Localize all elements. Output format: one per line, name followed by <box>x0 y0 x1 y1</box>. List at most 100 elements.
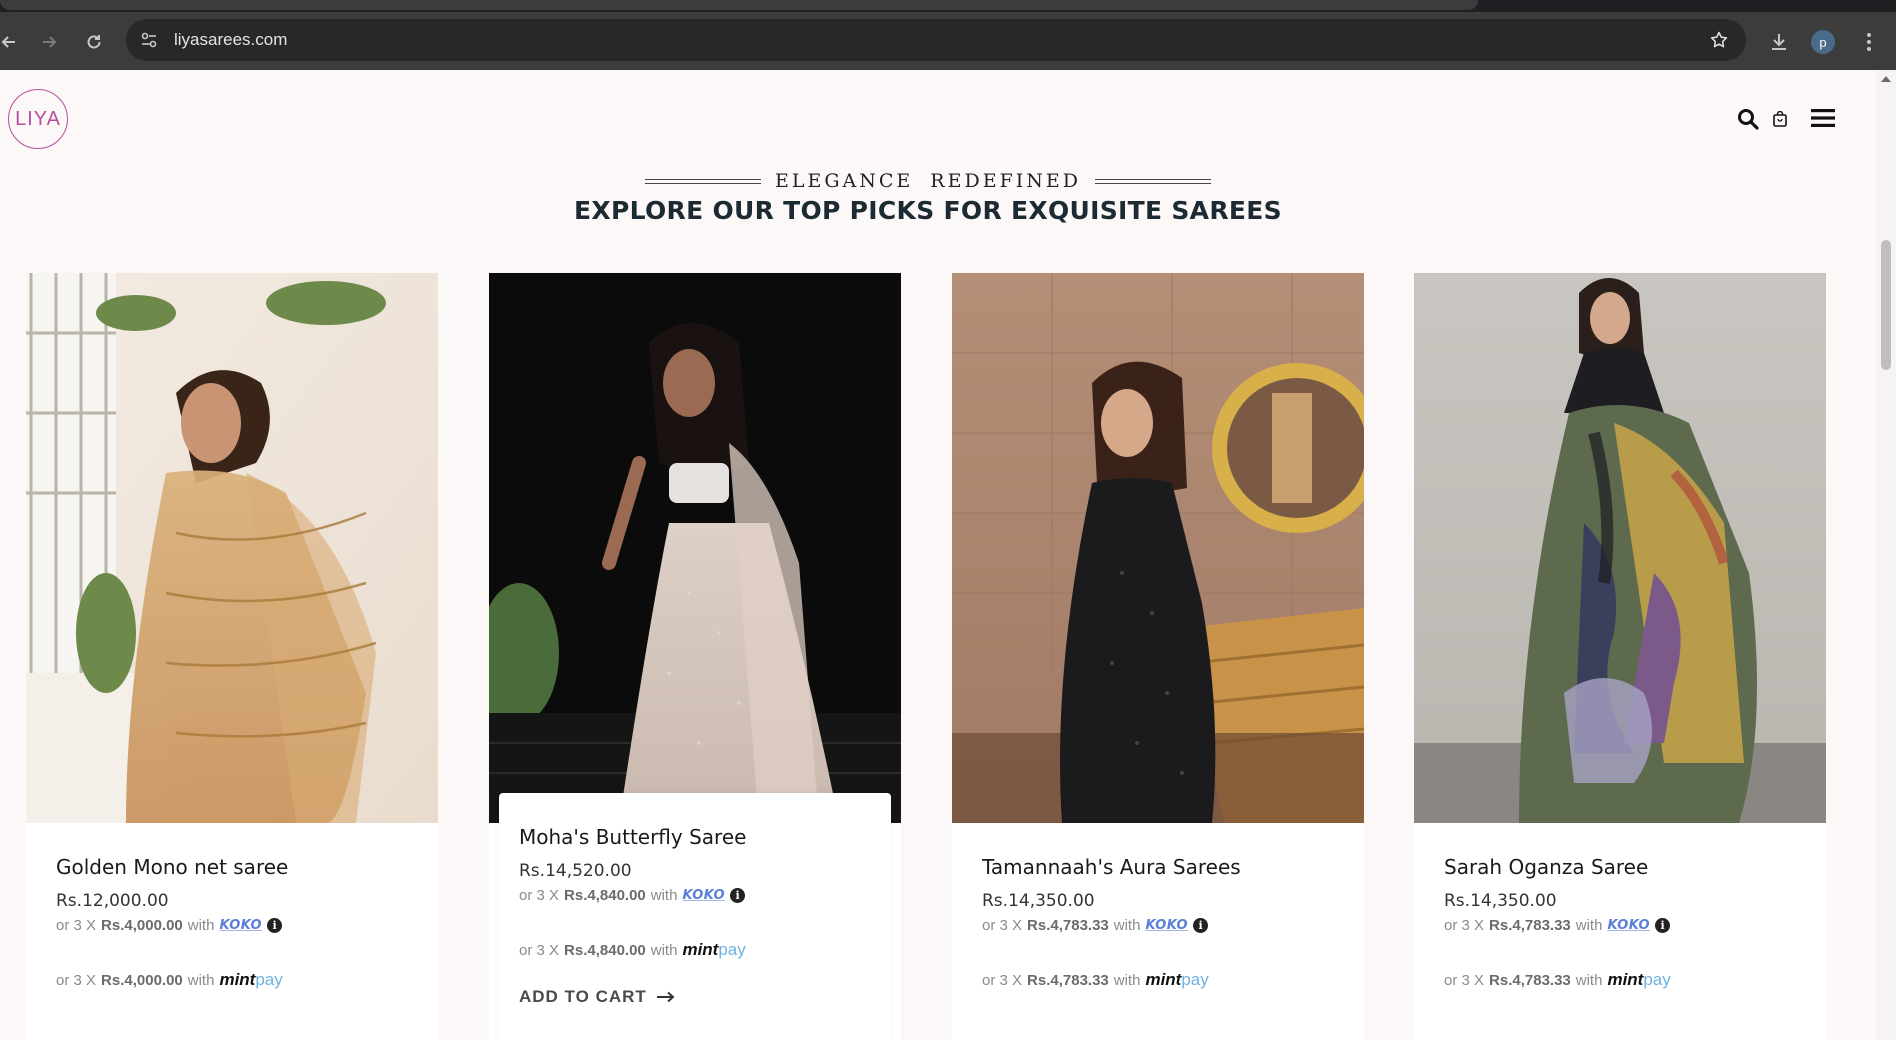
product-price: Rs.12,000.00 <box>56 891 169 911</box>
site-logo[interactable]: LIYA <box>8 89 68 149</box>
reload-icon <box>87 35 101 49</box>
product-card[interactable]: Tamannaah's Aura Sarees Rs.14,350.00 or … <box>952 273 1364 1040</box>
info-icon[interactable]: i <box>730 888 746 903</box>
installment-prefix: or 3 X <box>56 917 97 934</box>
installment-amount: Rs.4,783.33 <box>1489 971 1571 989</box>
product-price: Rs.14,350.00 <box>982 891 1095 911</box>
installment-amount: Rs.4,783.33 <box>1027 971 1109 989</box>
divider <box>644 178 761 184</box>
installment-amount: Rs.4,783.33 <box>1489 917 1571 934</box>
hamburger-icon <box>1811 109 1835 127</box>
profile-button[interactable]: p <box>1808 27 1838 57</box>
installment-prefix: or 3 X <box>519 941 560 959</box>
browser-toolbar: liyasarees.com p <box>0 12 1896 70</box>
search-icon <box>1738 109 1759 130</box>
installment-prefix: or 3 X <box>519 887 560 904</box>
mintpay-logo: mint pay <box>219 970 283 989</box>
product-name[interactable]: Sarah Oganza Saree <box>1444 855 1648 879</box>
active-tab[interactable] <box>0 0 1478 10</box>
info-icon[interactable]: i <box>267 918 283 933</box>
product-card[interactable]: Golden Mono net saree Rs.12,000.00 or 3 … <box>26 273 438 1040</box>
browser-menu-button[interactable] <box>1854 27 1884 57</box>
info-icon[interactable]: i <box>1655 918 1671 933</box>
installment-prefix: or 3 X <box>56 971 97 989</box>
forward-arrow-icon <box>43 36 57 48</box>
url-text[interactable]: liyasarees.com <box>174 30 287 50</box>
address-bar[interactable]: liyasarees.com <box>126 19 1746 61</box>
forward-button[interactable] <box>34 27 64 57</box>
koko-installment: or 3 X Rs.4,783.33 with KOKO i <box>1444 917 1671 934</box>
product-card[interactable]: Moha's Butterfly Saree Rs.14,520.00 or 3… <box>489 273 901 1040</box>
with-label: with <box>1113 971 1141 989</box>
downloads-button[interactable] <box>1764 27 1794 57</box>
installment-amount: Rs.4,000.00 <box>101 917 183 934</box>
installment-amount: Rs.4,840.00 <box>564 887 646 904</box>
page-content: LIYA ELEGANCE REDEFINED EXPLORE OUR TOP … <box>0 70 1876 1040</box>
kebab-menu-icon <box>1867 33 1871 51</box>
product-image[interactable] <box>952 273 1364 823</box>
with-label: with <box>650 887 678 904</box>
hamburger-menu-button[interactable] <box>1811 108 1835 128</box>
mintpay-installment: or 3 X Rs.4,000.00 with mint pay <box>56 970 283 990</box>
avatar: p <box>1811 30 1835 54</box>
search-button[interactable] <box>1737 108 1759 130</box>
mintpay-logo: mint pay <box>1145 970 1209 989</box>
mintpay-installment: or 3 X Rs.4,783.33 with mint pay <box>1444 970 1671 990</box>
koko-installment: or 3 X Rs.4,783.33 with KOKO i <box>982 917 1209 934</box>
back-button[interactable] <box>0 27 24 57</box>
mintpay-logo: mint pay <box>682 940 746 959</box>
installment-prefix: or 3 X <box>982 917 1023 934</box>
mintpay-installment: or 3 X Rs.4,840.00 with mint pay <box>519 940 746 960</box>
koko-logo: KOKO <box>1145 918 1189 933</box>
product-info: Golden Mono net saree Rs.12,000.00 or 3 … <box>26 823 438 1040</box>
bookmark-star-icon[interactable] <box>1706 27 1732 53</box>
info-icon[interactable]: i <box>1193 918 1209 933</box>
product-name[interactable]: Tamannaah's Aura Sarees <box>982 855 1241 879</box>
cart-button[interactable] <box>1773 111 1787 127</box>
with-label: with <box>1575 971 1603 989</box>
koko-logo: KOKO <box>682 888 726 903</box>
with-label: with <box>1113 917 1141 934</box>
divider <box>1095 178 1212 184</box>
installment-amount: Rs.4,000.00 <box>101 971 183 989</box>
product-image[interactable] <box>1414 273 1826 823</box>
with-label: with <box>187 971 215 989</box>
koko-installment: or 3 X Rs.4,840.00 with KOKO i <box>519 887 746 904</box>
product-info: Sarah Oganza Saree Rs.14,350.00 or 3 X R… <box>1414 823 1826 1040</box>
section-eyebrow: ELEGANCE REDEFINED <box>0 166 1856 196</box>
add-to-cart-button[interactable]: ADD TO CART <box>519 987 675 1007</box>
installment-prefix: or 3 X <box>1444 971 1485 989</box>
product-info: Moha's Butterfly Saree Rs.14,520.00 or 3… <box>499 793 891 1040</box>
koko-logo: KOKO <box>219 918 263 933</box>
installment-prefix: or 3 X <box>982 971 1023 989</box>
arrow-right-icon <box>656 991 675 1003</box>
koko-installment: or 3 X Rs.4,000.00 with KOKO i <box>56 917 283 934</box>
site-settings-icon[interactable] <box>138 29 160 51</box>
product-image[interactable] <box>26 273 438 823</box>
product-card[interactable]: Sarah Oganza Saree Rs.14,350.00 or 3 X R… <box>1414 273 1826 1040</box>
scroll-up-arrow-icon[interactable] <box>1881 76 1891 82</box>
mintpay-logo: mint pay <box>1607 970 1671 989</box>
with-label: with <box>650 941 678 959</box>
product-price: Rs.14,350.00 <box>1444 891 1557 911</box>
page-scrollbar[interactable] <box>1876 70 1896 1040</box>
with-label: with <box>1575 917 1603 934</box>
installment-amount: Rs.4,783.33 <box>1027 917 1109 934</box>
mintpay-installment: or 3 X Rs.4,783.33 with mint pay <box>982 970 1209 990</box>
product-price: Rs.14,520.00 <box>519 861 632 881</box>
tab-strip <box>0 0 1896 12</box>
add-to-cart-label: ADD TO CART <box>519 987 647 1006</box>
scrollbar-thumb[interactable] <box>1881 240 1891 370</box>
installment-prefix: or 3 X <box>1444 917 1485 934</box>
reload-button[interactable] <box>79 27 109 57</box>
with-label: with <box>187 917 215 934</box>
download-icon <box>1772 34 1786 50</box>
product-image[interactable] <box>489 273 901 823</box>
shopping-bag-icon <box>1773 111 1787 127</box>
eyebrow-text: ELEGANCE REDEFINED <box>774 170 1082 192</box>
koko-logo: KOKO <box>1607 918 1651 933</box>
product-name[interactable]: Moha's Butterfly Saree <box>519 825 746 849</box>
product-name[interactable]: Golden Mono net saree <box>56 855 288 879</box>
section-heading: EXPLORE OUR TOP PICKS FOR EXQUISITE SARE… <box>574 196 1282 225</box>
product-info: Tamannaah's Aura Sarees Rs.14,350.00 or … <box>952 823 1364 1040</box>
